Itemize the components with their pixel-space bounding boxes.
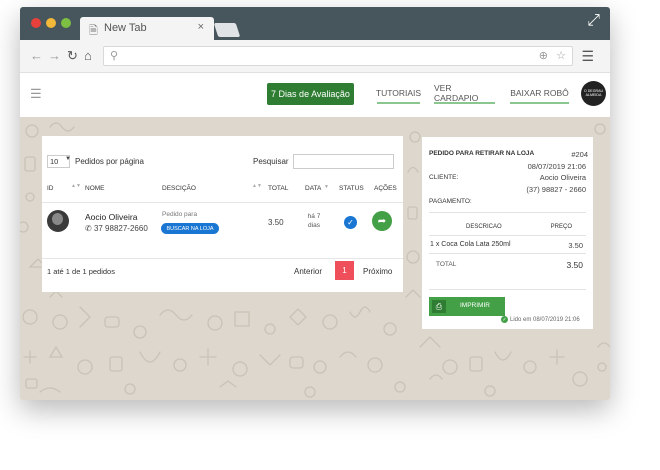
check-circle-icon: ✓: [501, 316, 508, 323]
order-date-line2: dias: [308, 222, 320, 229]
chevron-down-icon: ▼: [65, 156, 71, 162]
read-status-text: Lido em 08/07/2019 21:06: [510, 316, 580, 323]
pagination-info: 1 até 1 de 1 pedidos: [47, 267, 115, 276]
divider: [429, 212, 586, 213]
print-button-label: IMPRIMIR: [460, 302, 490, 309]
customer-phone: 37 98827-2660: [93, 224, 148, 233]
client-name: Aocio Oliveira: [539, 173, 586, 182]
main-content: 10 ▼ Pedidos por página Pesquisar ID ▲▼ …: [20, 117, 610, 400]
column-nome[interactable]: NOME: [85, 185, 105, 192]
tab-bar: 🗎 New Tab × ⤢: [20, 7, 610, 40]
close-icon[interactable]: ×: [198, 21, 204, 33]
page-icon: 🗎: [89, 25, 98, 37]
orders-panel: 10 ▼ Pedidos por página Pesquisar ID ▲▼ …: [42, 136, 403, 292]
back-arrow-icon[interactable]: ←: [30, 48, 43, 63]
order-date-line1: há 7: [307, 213, 321, 220]
column-data[interactable]: DATA: [305, 185, 321, 192]
divider: [429, 253, 586, 254]
browser-toolbar: ← → ↻ ⌂ ⚲ ⊕ ☆ ☰: [20, 40, 610, 73]
client-phone: (37) 98827 - 2660: [526, 185, 586, 194]
total-label: TOTAL: [436, 261, 457, 268]
divider: [42, 202, 403, 203]
whatsapp-icon: ✆: [85, 224, 92, 233]
search-label: Pesquisar: [253, 157, 289, 166]
divider: [429, 235, 586, 236]
previous-page-button[interactable]: Anterior: [294, 267, 322, 276]
page-1-button[interactable]: 1: [335, 261, 354, 280]
pickup-badge: BUSCAR NA LOJA: [161, 223, 219, 234]
items-price-header: PREÇO: [550, 224, 572, 230]
printer-icon: ⎙: [432, 300, 446, 313]
maximize-window-button[interactable]: [61, 18, 71, 28]
order-type-title: PEDIDO PARA RETIRAR NA LOJA: [429, 150, 535, 157]
per-page-label: Pedidos por página: [75, 157, 144, 166]
order-number: #204: [571, 150, 588, 159]
window-controls: [31, 18, 71, 28]
forward-arrow-icon[interactable]: →: [48, 48, 61, 63]
star-icon[interactable]: ☆: [556, 49, 566, 62]
order-description: Pedido para: [162, 211, 198, 218]
restaurant-logo: O DEGRAU ALMEIDA: [581, 81, 606, 106]
column-descricao[interactable]: DESCIÇÃO: [162, 185, 196, 192]
browser-tab[interactable]: 🗎 New Tab ×: [80, 17, 214, 40]
expand-icon[interactable]: ⤢: [587, 12, 600, 30]
item-price: 3.50: [568, 241, 583, 250]
column-status[interactable]: STATUS: [339, 185, 364, 192]
browser-window: 🗎 New Tab × ⤢ ← → ↻ ⌂ ⚲ ⊕ ☆ ☰ ☰ 7 Dias d…: [20, 7, 610, 400]
new-tab-button[interactable]: [213, 23, 241, 37]
items-desc-header: DESCRICAO: [466, 224, 502, 230]
customer-phone-wrap: ✆ 37 98827-2660: [85, 224, 148, 233]
order-datetime: 08/07/2019 21:06: [527, 162, 586, 171]
trial-button[interactable]: 7 Dias de Avaliação: [267, 83, 354, 105]
order-total: 3.50: [268, 218, 284, 227]
address-bar[interactable]: ⚲ ⊕ ☆: [103, 46, 573, 66]
home-icon[interactable]: ⌂: [84, 48, 92, 63]
reload-icon[interactable]: ↻: [67, 48, 78, 64]
column-acoes[interactable]: AÇÕES: [374, 185, 397, 192]
search-icon: ⚲: [110, 50, 119, 62]
customer-name: Aocio Oliveira: [85, 212, 138, 222]
order-detail-panel: PEDIDO PARA RETIRAR NA LOJA #204 08/07/2…: [422, 137, 593, 329]
divider: [429, 289, 586, 290]
total-value: 3.50: [566, 260, 583, 270]
zoom-icon[interactable]: ⊕: [539, 49, 548, 62]
nav-baixar-robo[interactable]: BAIXAR ROBÔ: [510, 84, 569, 104]
search-input[interactable]: [293, 154, 394, 169]
nav-tutoriais[interactable]: TUTORIAIS: [376, 84, 421, 104]
sort-icon[interactable]: ▲▼: [252, 183, 262, 189]
payment-label: PAGAMENTO:: [429, 198, 472, 205]
next-page-button[interactable]: Próximo: [363, 267, 392, 276]
item-description: 1 x Coca Cola Lata 250ml: [430, 241, 511, 248]
check-icon: ✓: [344, 216, 357, 229]
menu-icon[interactable]: ☰: [581, 48, 594, 65]
print-button[interactable]: ⎙ IMPRIMIR: [429, 297, 505, 316]
order-date: há 7 dias: [306, 212, 322, 230]
avatar: [47, 210, 69, 232]
divider: [42, 258, 403, 259]
tab-title: New Tab: [104, 22, 147, 34]
column-id[interactable]: ID: [47, 185, 54, 192]
hamburger-icon[interactable]: ☰: [30, 86, 42, 102]
sort-desc-icon[interactable]: ▼: [324, 184, 329, 190]
client-label: CLIENTE:: [429, 174, 459, 181]
minimize-window-button[interactable]: [46, 18, 56, 28]
sort-icon[interactable]: ▲▼: [71, 183, 81, 189]
column-total[interactable]: TOTAL: [268, 185, 288, 192]
close-window-button[interactable]: [31, 18, 41, 28]
app-header: ☰ 7 Dias de Avaliação TUTORIAIS VER CARD…: [20, 73, 610, 117]
forward-icon[interactable]: ➦: [372, 211, 392, 231]
read-status: ✓ Lido em 08/07/2019 21:06: [501, 316, 580, 323]
nav-ver-cardapio[interactable]: VER CARDAPIO: [434, 83, 495, 104]
